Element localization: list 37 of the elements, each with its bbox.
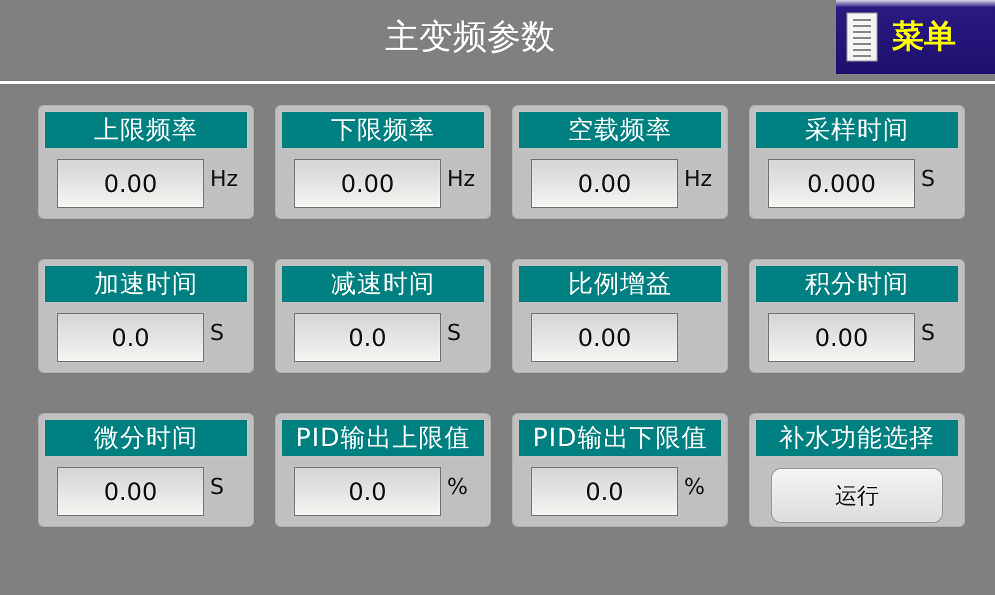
parameter-title: 微分时间 xyxy=(45,420,247,456)
parameter-title: 采样时间 xyxy=(756,112,958,148)
parameter-title: 加速时间 xyxy=(45,266,247,302)
unit-label: Hz xyxy=(210,167,238,192)
run-button[interactable]: 运行 xyxy=(771,468,943,523)
value-field[interactable]: 0.00 xyxy=(531,313,678,362)
value-field[interactable]: 0.0 xyxy=(531,467,678,516)
parameter-title: 减速时间 xyxy=(282,266,484,302)
screen-title: 主变频参数 xyxy=(385,17,555,57)
unit-label: Hz xyxy=(684,167,712,192)
value-field[interactable]: 0.00 xyxy=(294,159,441,208)
unit-label: S xyxy=(210,321,224,346)
unit-label: % xyxy=(447,475,468,500)
value-field[interactable]: 0.00 xyxy=(57,467,204,516)
value-field[interactable]: 0.000 xyxy=(768,159,915,208)
unit-label: S xyxy=(210,475,224,500)
unit-label: Hz xyxy=(447,167,476,192)
parameter-title: 积分时间 xyxy=(756,266,958,302)
parameter-title: 空载频率 xyxy=(519,112,721,148)
parameter-title: 上限频率 xyxy=(45,112,247,148)
unit-label: % xyxy=(684,475,705,500)
unit-label: S xyxy=(447,321,461,346)
parameter-title: 比例增益 xyxy=(519,266,721,302)
value-field[interactable]: 0.0 xyxy=(294,313,441,362)
value-field[interactable]: 0.00 xyxy=(57,159,204,208)
parameter-title: PID输出上限值 xyxy=(282,420,484,456)
value-field[interactable]: 0.00 xyxy=(768,313,915,362)
menu-button[interactable]: 菜单 xyxy=(836,0,995,74)
value-field[interactable]: 0.0 xyxy=(294,467,441,516)
parameter-title: 下限频率 xyxy=(282,112,484,148)
parameter-title: 补水功能选择 xyxy=(756,420,958,456)
value-field[interactable]: 0.0 xyxy=(57,313,204,362)
value-field[interactable]: 0.00 xyxy=(531,159,678,208)
unit-label: S xyxy=(921,321,935,346)
parameter-title: PID输出下限值 xyxy=(519,420,721,456)
unit-label: S xyxy=(921,167,935,192)
document-icon xyxy=(846,12,878,62)
